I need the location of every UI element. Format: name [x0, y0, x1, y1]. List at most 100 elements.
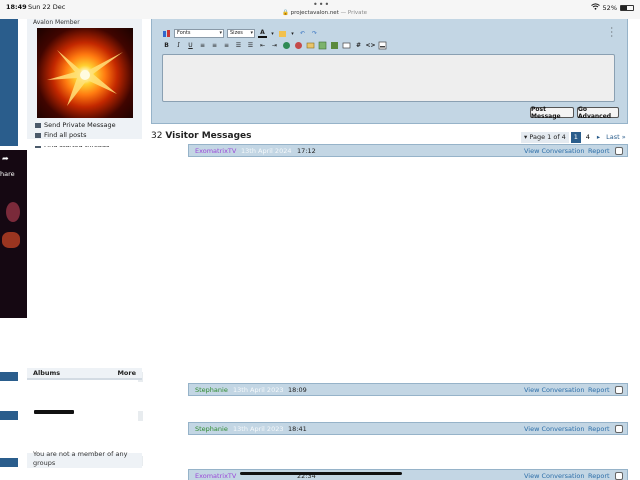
message-checkbox[interactable]: [615, 147, 623, 155]
message-username[interactable]: Stephanie: [195, 386, 228, 394]
wifi-icon: [590, 3, 600, 12]
image-icon[interactable]: [318, 41, 327, 50]
status-right: 52%: [590, 3, 634, 12]
indent-icon[interactable]: ⇥: [270, 41, 279, 50]
align-center-icon[interactable]: ≡: [210, 41, 219, 50]
ordered-list-icon[interactable]: ☰: [234, 41, 243, 50]
unlink-icon[interactable]: [294, 41, 303, 50]
floating-video[interactable]: ➦ hare: [0, 150, 27, 318]
battery-percent: 52%: [602, 3, 617, 12]
sidebar-fade: [27, 139, 142, 146]
lock-icon: 🔒: [282, 10, 289, 16]
chevron-down-icon: ▾: [219, 30, 222, 36]
view-conversation-link[interactable]: View Conversation: [524, 147, 584, 155]
page-of-dropdown[interactable]: ▾ Page 1 of 4: [521, 132, 569, 143]
align-right-icon[interactable]: ≡: [222, 41, 231, 50]
message-date: 13th April 2024: [241, 147, 292, 155]
more-dots-icon[interactable]: •••: [313, 0, 330, 9]
undo-icon[interactable]: ↶: [298, 29, 307, 38]
private-label: — Private: [340, 10, 368, 16]
address-bar[interactable]: 🔒 projectavalon.net — Private: [282, 10, 367, 16]
view-conversation-link[interactable]: View Conversation: [524, 386, 584, 394]
highlight-icon[interactable]: [278, 29, 287, 38]
report-link[interactable]: Report: [588, 472, 610, 480]
italic-icon[interactable]: I: [174, 41, 183, 50]
page-1-button[interactable]: 1: [570, 132, 581, 143]
albums-title: Albums: [33, 369, 61, 377]
groups-text: You are not a member of any groups: [33, 450, 128, 467]
link-icon[interactable]: [282, 41, 291, 50]
email-icon[interactable]: [306, 41, 315, 50]
left-strip-tab: [0, 458, 18, 467]
share-icon[interactable]: ➦: [2, 154, 9, 163]
message-editor: Fonts ▾ Sizes ▾ A ▾ ▾ ↶ ↷ B I U ≡ ≡ ≡ ☰ …: [151, 19, 628, 124]
chevron-down-icon[interactable]: ▾: [270, 29, 275, 38]
message-username[interactable]: ExomatrixTV: [195, 472, 236, 480]
chevron-down-icon[interactable]: ▾: [290, 29, 295, 38]
message-checkbox[interactable]: [615, 425, 623, 433]
pagination: ▾ Page 1 of 4 1 4 ▸ Last »: [521, 132, 628, 143]
unordered-list-icon[interactable]: ☰: [246, 41, 255, 50]
message-checkbox[interactable]: [615, 386, 623, 394]
member-title: Avalon Member: [33, 19, 80, 26]
next-page-icon[interactable]: ▸: [595, 132, 602, 143]
link-label: Find all posts: [44, 131, 87, 139]
video-frame: [2, 232, 20, 248]
message-row: Stephanie 13th April 2023 18:41 View Con…: [188, 422, 628, 435]
message-checkbox[interactable]: [615, 472, 623, 480]
report-link[interactable]: Report: [588, 386, 610, 394]
toolbar-more-icon[interactable]: · · ·: [610, 25, 613, 41]
battery-icon: [620, 4, 634, 11]
phoenix-icon: [47, 50, 123, 106]
last-page-link[interactable]: Last »: [604, 132, 628, 143]
font-select[interactable]: Fonts ▾: [174, 29, 224, 38]
code-icon[interactable]: <>: [365, 41, 375, 50]
left-strip-tab: [0, 372, 18, 381]
message-username[interactable]: Stephanie: [195, 425, 228, 433]
album-thumbnail[interactable]: [34, 410, 74, 414]
video-frame: [6, 202, 20, 222]
status-time: 18:49: [6, 3, 27, 11]
message-username[interactable]: ExomatrixTV: [195, 147, 236, 155]
chevron-down-icon: ▾: [250, 30, 253, 36]
last-label: Last: [606, 133, 620, 141]
hash-icon[interactable]: #: [354, 41, 363, 50]
grid-icon: [35, 132, 41, 138]
status-bar: 18:49 Sun 22 Dec ••• 🔒 projectavalon.net…: [0, 0, 640, 19]
groups-box: You are not a member of any groups: [27, 450, 142, 468]
view-conversation-link[interactable]: View Conversation: [524, 425, 584, 433]
text-color-icon[interactable]: A: [258, 29, 267, 38]
php-icon[interactable]: [378, 41, 387, 50]
visitor-messages-label: Visitor Messages: [165, 131, 252, 141]
align-left-icon[interactable]: ≡: [198, 41, 207, 50]
underline-icon[interactable]: U: [186, 41, 195, 50]
redo-icon[interactable]: ↷: [310, 29, 319, 38]
home-indicator[interactable]: [240, 472, 402, 475]
message-date: 13th April 2023: [233, 425, 284, 433]
size-select-value: Sizes: [230, 30, 243, 36]
status-date: Sun 22 Dec: [28, 3, 66, 11]
visitor-messages-count: 32: [151, 131, 163, 141]
post-message-button[interactable]: Post Message: [530, 106, 574, 120]
size-select[interactable]: Sizes ▾: [227, 29, 255, 38]
view-conversation-link[interactable]: View Conversation: [524, 472, 584, 480]
editor-toolbar-row-1: Fonts ▾ Sizes ▾ A ▾ ▾ ↶ ↷: [162, 29, 319, 38]
albums-header: Albums More: [27, 368, 142, 380]
video-icon[interactable]: [330, 41, 339, 50]
message-textarea[interactable]: [162, 54, 615, 102]
message-date: 13th April 2023: [233, 386, 284, 394]
avatar: [37, 28, 133, 118]
page-4-button[interactable]: 4: [583, 132, 593, 143]
go-advanced-button[interactable]: Go Advanced: [577, 106, 619, 120]
outdent-icon[interactable]: ⇤: [258, 41, 267, 50]
bold-icon[interactable]: B: [162, 41, 171, 50]
report-link[interactable]: Report: [588, 147, 610, 155]
quote-icon[interactable]: [342, 41, 351, 50]
format-remove-icon[interactable]: [162, 29, 171, 38]
report-link[interactable]: Report: [588, 425, 610, 433]
send-private-message-link[interactable]: Send Private Message: [35, 120, 116, 130]
screen: 18:49 Sun 22 Dec ••• 🔒 projectavalon.net…: [0, 0, 640, 480]
font-select-value: Fonts: [177, 30, 191, 36]
left-strip-tab: [0, 411, 18, 420]
albums-more-link[interactable]: More: [117, 369, 136, 377]
